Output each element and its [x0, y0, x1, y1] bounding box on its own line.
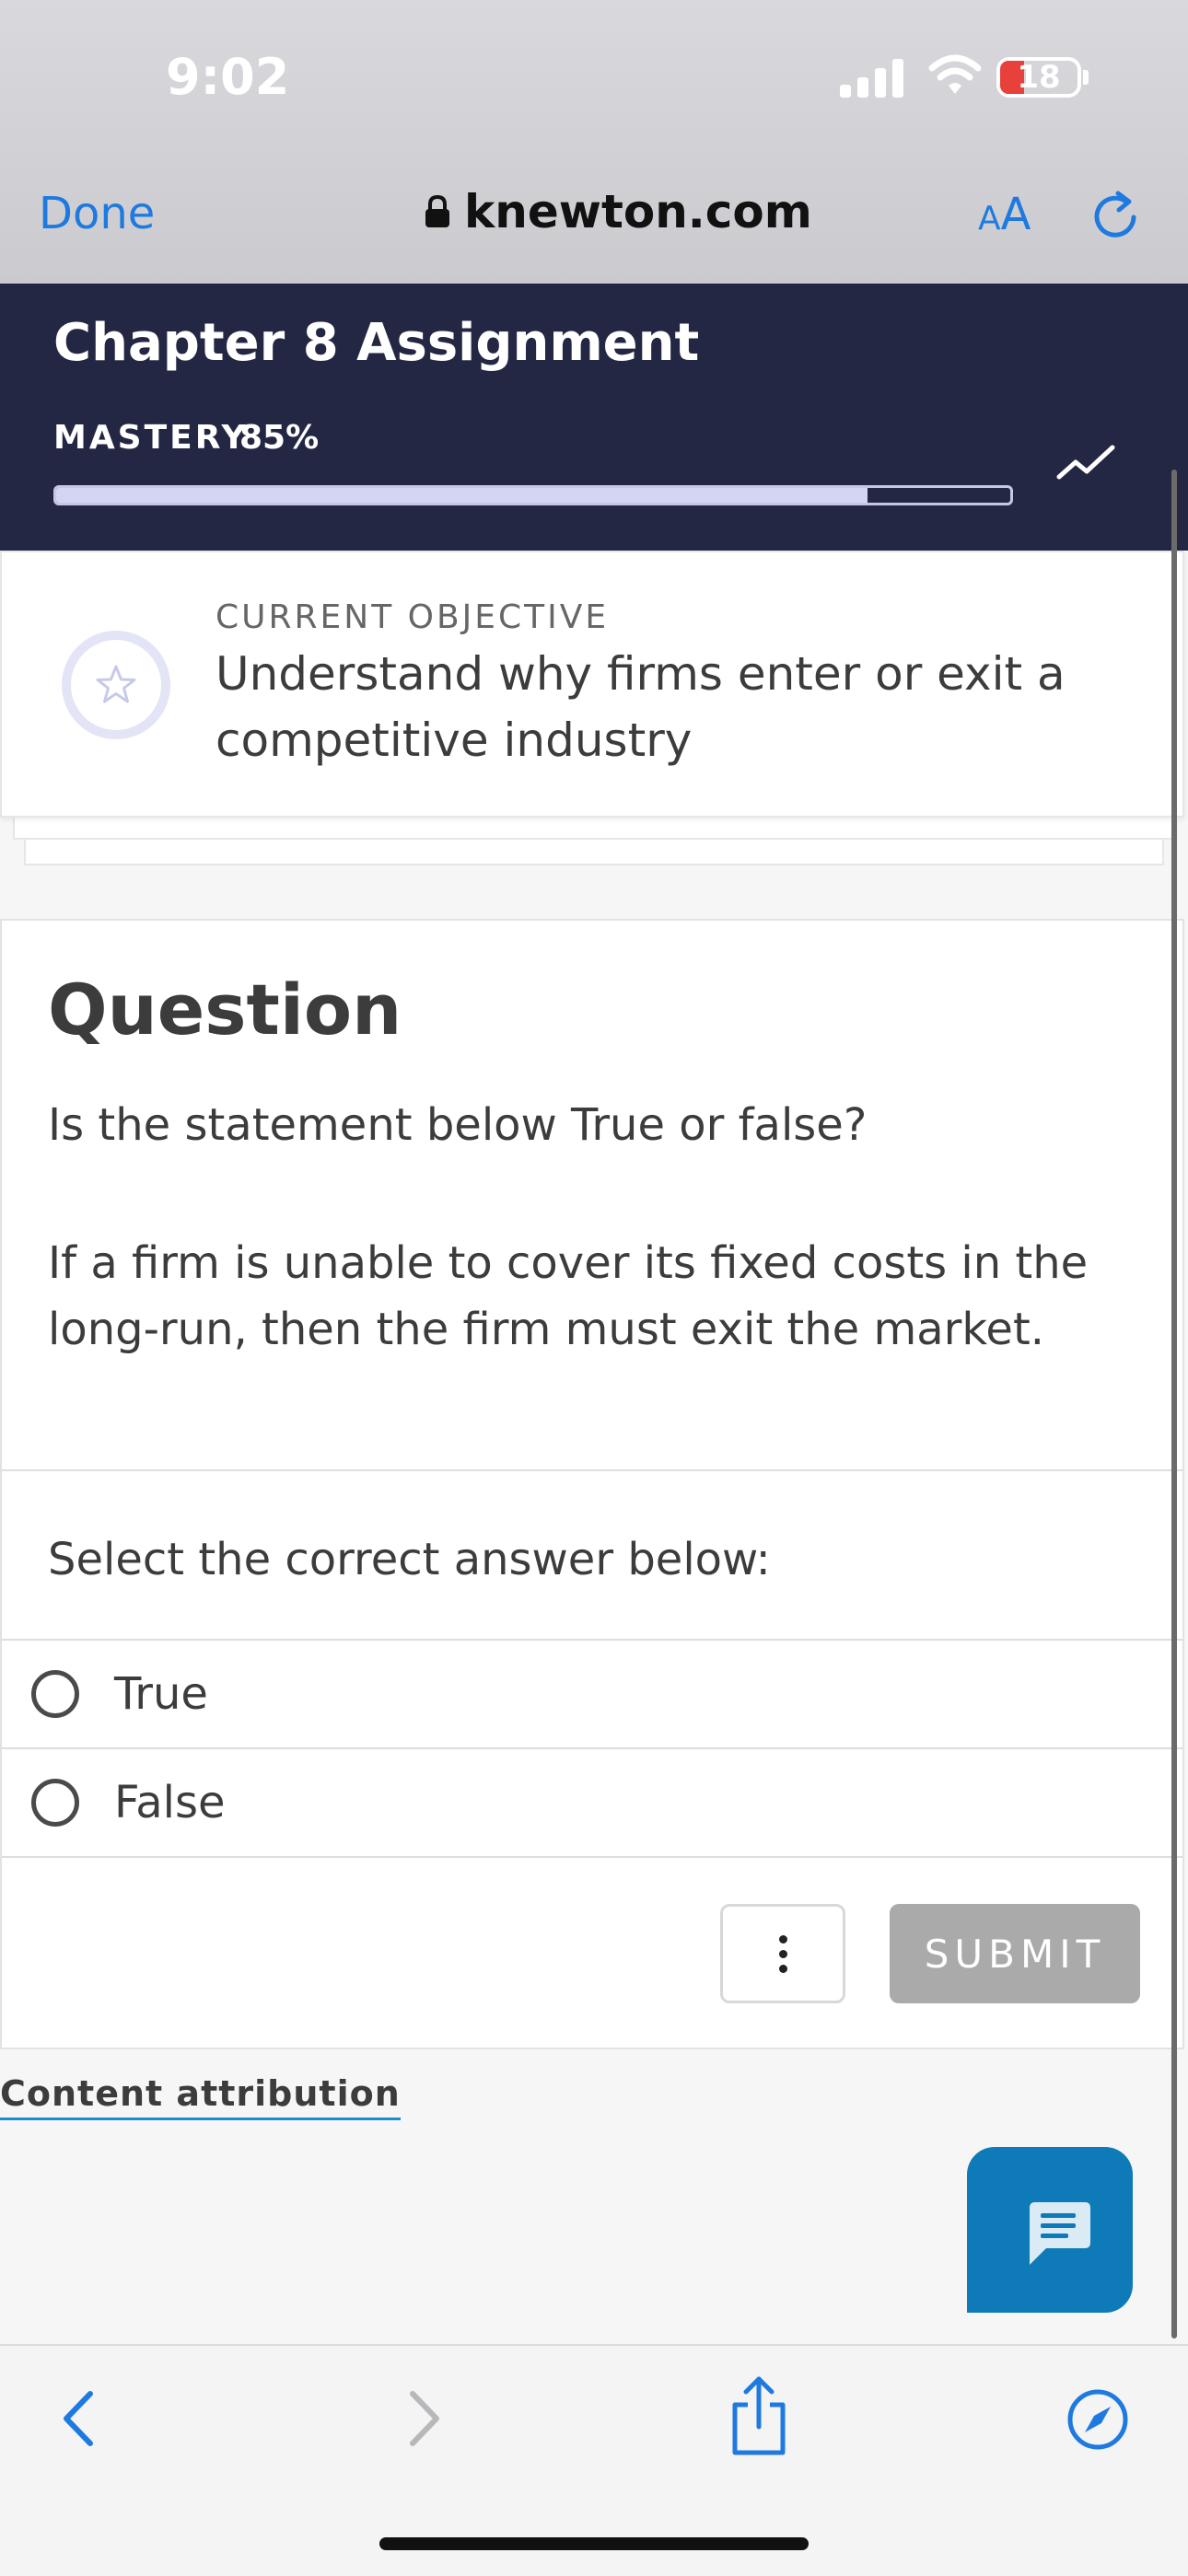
answer-option-false[interactable]: False [2, 1749, 1182, 1856]
answer-option-label: False [114, 1777, 226, 1828]
battery-nub [1083, 70, 1089, 85]
cellular-signal-icon [840, 57, 904, 98]
answer-option-true[interactable]: True [2, 1641, 1182, 1747]
mastery-progress-fill [56, 488, 868, 503]
text-size-small-glyph: A [978, 200, 1001, 238]
wifi-icon [928, 54, 982, 94]
text-size-large-glyph: A [1000, 189, 1031, 240]
submit-button[interactable]: SUBMIT [890, 1904, 1140, 2003]
compass-icon[interactable] [1066, 2388, 1129, 2451]
question-prompt: Is the statement below True or false? [48, 1099, 868, 1151]
trend-icon[interactable] [1055, 438, 1118, 484]
vertical-ellipsis-icon [778, 1964, 787, 1973]
objective-stack-layer [13, 818, 1175, 840]
assignment-title: Chapter 8 Assignment [53, 313, 700, 373]
status-time: 9:02 [166, 48, 290, 106]
text-size-button[interactable]: AA [978, 189, 1031, 240]
url-text: knewton.com [464, 185, 812, 238]
vertical-ellipsis-icon [778, 1934, 787, 1944]
question-statement: If a firm is unable to cover its fixed c… [48, 1237, 1089, 1355]
divider [2, 1469, 1182, 1471]
home-indicator [379, 2537, 809, 2550]
radio-button[interactable] [31, 1670, 79, 1718]
objective-text: Understand why firms enter or exit a com… [215, 647, 1066, 767]
objective-stack-layer [24, 840, 1164, 865]
star-icon [62, 631, 170, 739]
answer-option-label: True [114, 1668, 208, 1720]
browser-chrome [0, 0, 1188, 284]
share-icon[interactable] [726, 2373, 792, 2458]
radio-button[interactable] [31, 1779, 79, 1827]
chevron-left-icon[interactable] [55, 2386, 103, 2451]
question-card [0, 919, 1184, 2049]
more-options-button[interactable] [720, 1904, 845, 2003]
done-button[interactable]: Done [39, 188, 155, 239]
scrollbar[interactable] [1171, 470, 1177, 2338]
divider [2, 1856, 1182, 1858]
battery-icon: 18 [996, 57, 1081, 98]
objective-label: CURRENT OBJECTIVE [215, 598, 610, 636]
mastery-value: 85% [239, 419, 320, 457]
mastery-progress-bar [53, 485, 1013, 505]
select-answer-label: Select the correct answer below: [48, 1534, 771, 1585]
chat-icon [1030, 2202, 1090, 2265]
chevron-right-icon[interactable] [400, 2386, 448, 2451]
content-attribution-link[interactable]: Content attribution [0, 2073, 401, 2120]
question-heading: Question [48, 969, 402, 1050]
vertical-ellipsis-icon [778, 1949, 787, 1958]
reload-icon[interactable] [1090, 190, 1140, 239]
address-bar[interactable]: knewton.com [424, 184, 812, 239]
battery-level: 18 [1017, 59, 1061, 96]
lock-icon [425, 195, 449, 227]
mastery-label: MASTERY [53, 419, 249, 457]
